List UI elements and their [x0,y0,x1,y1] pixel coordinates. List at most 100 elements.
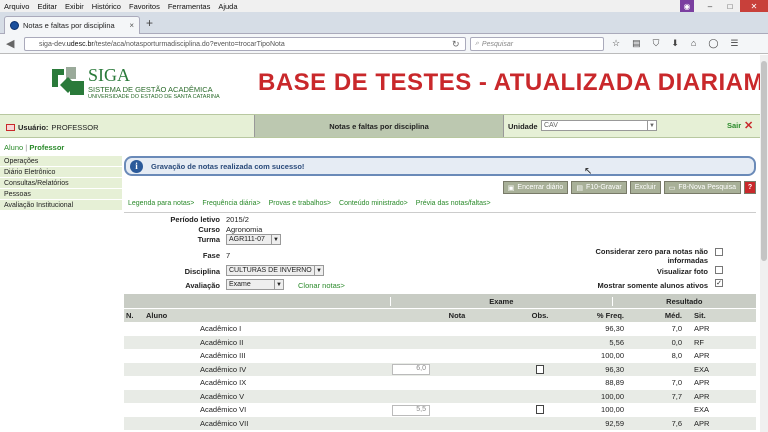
reload-icon[interactable]: ↻ [452,39,460,50]
success-alert: i Gravação de notas realizada com sucess… [124,156,756,176]
unidade-select[interactable]: CAV ▼ [541,120,657,131]
sair-link[interactable]: Sair [727,121,741,130]
nova-pesquisa-button[interactable]: ▭ F8-Nova Pesquisa [663,181,741,194]
col-med: Méd. [664,311,682,320]
back-icon[interactable]: ◀ [6,37,14,50]
download-icon[interactable]: ⬇ [671,38,679,49]
page-banner: SIGA SISTEMA DE GESTÃO ACADÊMICA UNIVERS… [0,55,768,113]
table-row: Acadêmico IV 6,0 96,30 EXA [124,362,756,376]
foto-checkbox[interactable] [715,266,723,274]
mouse-cursor-icon: ↖ [584,166,593,177]
turma-label: Turma [197,235,220,244]
link-frequencia[interactable]: Frequência diária> [202,200,260,207]
link-provas[interactable]: Provas e trabalhos> [269,200,331,207]
situacao-value: EXA [694,364,710,374]
disciplina-label: Disciplina [184,267,220,276]
minimize-button[interactable]: – [700,0,720,12]
menu-exibir[interactable]: Exibir [65,2,84,11]
help-button[interactable]: ? [744,181,756,194]
encerrar-diario-button[interactable]: ▣ Encerrar diário [502,181,569,194]
note-icon[interactable] [536,364,544,374]
shield-icon[interactable]: ⛉ [653,38,660,49]
fase-value: 7 [226,251,231,260]
menu-favoritos[interactable]: Favoritos [129,2,160,11]
freq-value: 100,00 [601,405,624,415]
filter-form: Período letivo 2015/2 Curso Agronomia Tu… [124,212,756,294]
scrollbar-thumb[interactable] [761,61,767,261]
role-aluno[interactable]: Aluno [4,143,23,152]
menu-ferramentas[interactable]: Ferramentas [168,2,211,11]
freq-value: 100,00 [601,391,624,401]
home-icon[interactable]: ⌂ [691,38,696,49]
clonar-notas-link[interactable]: Clonar notas> [298,281,345,290]
table-row: Acadêmico VII 92,59 7,6 APR [124,416,756,430]
menu-editar[interactable]: Editar [37,2,57,11]
maximize-button[interactable]: □ [720,0,740,12]
search-input[interactable]: ⌕ Pesquisar [470,37,604,51]
encerrar-label: Encerrar diário [517,184,564,191]
menu-arquivo[interactable]: Arquivo [4,2,29,11]
gravar-button[interactable]: ▤ F10-Gravar [571,181,627,194]
link-legenda[interactable]: Legenda para notas> [128,200,194,207]
url-path: /teste/aca/notasporturmadisciplina.do?ev… [93,40,285,48]
sidebar: Operações Diário Eletrônico Consultas/Re… [0,156,122,211]
student-name: Acadêmico IX [200,378,247,388]
disciplina-select[interactable]: CULTURAS DE INVERNO ▼ [226,265,324,276]
menu-ajuda[interactable]: Ajuda [218,2,237,11]
nota-cell: 5,5 [390,404,522,416]
media-value: 7,0 [671,324,682,334]
turma-select[interactable]: AGR111-07 ▼ [226,234,281,245]
avaliacao-select[interactable]: Exame ▼ [226,279,284,290]
role-professor[interactable]: Professor [29,143,64,152]
freq-value: 88,89 [605,378,624,388]
user-label: Usuário: [18,123,49,132]
nota-input[interactable]: 5,5 [392,404,430,416]
sidebar-item-consultas[interactable]: Consultas/Relatórios [0,178,122,189]
curso-label: Curso [198,225,220,234]
col-freq: % Freq. [596,311,624,320]
extension-icon[interactable]: ◉ [680,0,694,12]
chevron-down-icon: ▼ [314,266,323,275]
url-bar[interactable]: siga-dev. udesc.br/teste/aca/notasporturm… [24,37,466,51]
ativos-checkbox[interactable]: ✓ [715,279,723,287]
sidebar-item-operacoes[interactable]: Operações [0,156,122,167]
media-value: 7,7 [671,391,682,401]
chevron-down-icon: ▼ [274,280,283,289]
nav-bar: ◀ siga-dev. udesc.br/teste/aca/notasportu… [0,34,768,54]
menu-icon[interactable]: ☰ [730,38,738,49]
zero-checkbox[interactable] [715,248,723,256]
reading-list-icon[interactable]: ▤ [632,38,641,49]
table-header: N. Aluno Nota Obs. % Freq. Méd. Sit. [124,308,756,322]
table-row: Acadêmico II 5,56 0,0 RF [124,335,756,349]
new-tab-button[interactable]: + [146,16,153,30]
user-name: PROFESSOR [51,123,99,132]
sidebar-item-pessoas[interactable]: Pessoas [0,189,122,200]
nota-input[interactable]: 6,0 [392,364,430,376]
foto-label: Visualizar foto [656,267,708,276]
lock-icon: ▣ [507,184,515,192]
link-conteudo[interactable]: Conteúdo ministrado> [339,200,408,207]
sidebar-item-avaliacao[interactable]: Avaliação Institucional [0,200,122,211]
scrollbar[interactable] [760,55,768,432]
situacao-value: EXA [694,405,710,415]
logo-subtitle: SISTEMA DE GESTÃO ACADÊMICA [88,85,213,94]
browser-tab[interactable]: Notas e faltas por disciplina × [4,16,140,34]
table-row: Acadêmico III 100,00 8,0 APR [124,349,756,363]
student-name: Acadêmico I [200,324,242,334]
col-n: N. [126,311,134,320]
url-host: siga-dev. [39,40,67,48]
table-row: Acadêmico I 96,30 7,0 APR [124,322,756,336]
sair-close-icon[interactable]: ✕ [744,119,753,132]
excluir-button[interactable]: Excluir [629,181,661,194]
tab-close-icon[interactable]: × [129,21,134,30]
link-previa[interactable]: Prévia das notas/faltas> [416,200,491,207]
close-window-button[interactable]: ✕ [740,0,768,12]
nova-label: F8-Nova Pesquisa [678,184,736,191]
window-controls: ◉ – □ ✕ [680,0,768,12]
col-nota: Nota [448,311,466,320]
menu-historico[interactable]: Histórico [92,2,121,11]
note-icon[interactable] [536,405,544,415]
sidebar-item-diario[interactable]: Diário Eletrônico [0,167,122,178]
star-icon[interactable]: ☆ [612,38,620,49]
chat-icon[interactable]: ◯ [708,38,718,49]
